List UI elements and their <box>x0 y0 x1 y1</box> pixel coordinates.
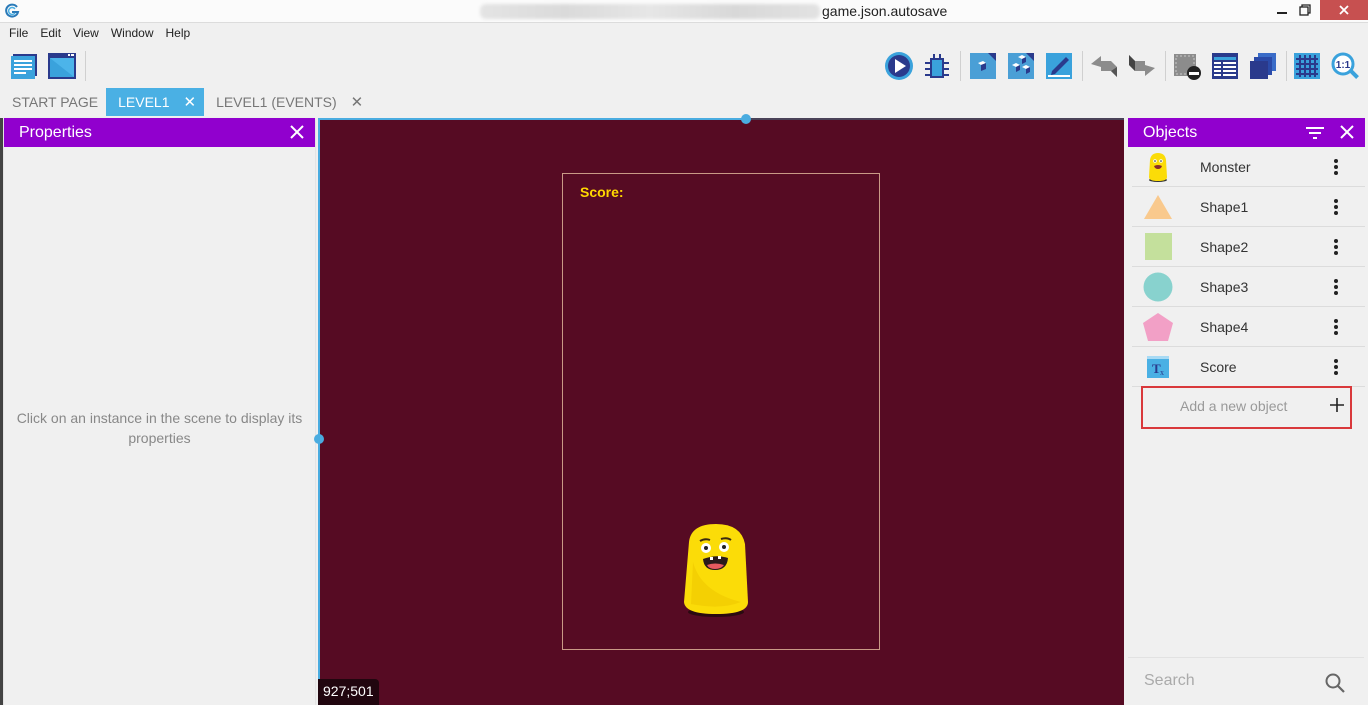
redo-icon[interactable] <box>1127 51 1157 81</box>
object-groups-icon[interactable] <box>1006 51 1036 81</box>
tab-label: START PAGE <box>12 94 99 110</box>
text-object-icon: T x <box>1147 356 1169 378</box>
pentagon-thumbnail-icon <box>1143 313 1173 341</box>
restore-icon <box>1299 4 1311 16</box>
objects-search <box>1128 657 1364 705</box>
gdevelop-logo-icon <box>5 3 20 18</box>
object-name: Score <box>1200 358 1237 375</box>
object-name: Shape1 <box>1200 198 1249 215</box>
more-vert-icon[interactable] <box>1333 158 1339 176</box>
toolbar-separator <box>85 51 86 81</box>
score-text-instance[interactable]: Score: <box>580 184 624 200</box>
scene-border <box>748 118 1124 120</box>
resize-handle-top[interactable] <box>741 114 751 124</box>
title-bar: game.json.autosave <box>0 0 1368 23</box>
preview-play-icon[interactable] <box>884 51 914 81</box>
toolbar-separator <box>1082 51 1083 81</box>
triangle-thumbnail-icon <box>1144 195 1172 219</box>
redacted-path <box>480 4 820 19</box>
more-vert-icon[interactable] <box>1333 358 1339 376</box>
properties-header: Properties <box>4 118 315 147</box>
gdevelop-window: game.json.autosave File Edit View Window… <box>0 0 1368 705</box>
svg-text:1:1: 1:1 <box>1336 60 1351 71</box>
object-item-shape3[interactable]: Shape3 <box>1132 267 1365 307</box>
properties-empty-message: Click on an instance in the scene to dis… <box>16 410 303 446</box>
objects-title: Objects <box>1143 123 1198 141</box>
close-panel-icon[interactable] <box>1338 123 1356 141</box>
object-item-shape2[interactable]: Shape2 <box>1132 227 1365 267</box>
objects-list: Monster Shape1 Shape2 Shape3 Shape4 T x … <box>1132 147 1365 387</box>
grid-icon[interactable] <box>1292 51 1322 81</box>
debugger-bug-icon[interactable] <box>922 51 952 81</box>
window-edge <box>0 118 3 705</box>
object-name: Monster <box>1200 158 1251 175</box>
menu-file[interactable]: File <box>8 23 33 43</box>
project-manager-icon[interactable] <box>9 51 39 81</box>
edit-properties-icon[interactable] <box>1044 51 1074 81</box>
undo-icon[interactable] <box>1089 51 1119 81</box>
object-item-shape4[interactable]: Shape4 <box>1132 307 1365 347</box>
tab-label: LEVEL1 <box>118 94 170 110</box>
monster-thumbnail-icon <box>1149 153 1167 182</box>
search-input[interactable] <box>1144 672 1314 690</box>
scene-window-icon[interactable] <box>47 51 77 81</box>
close-tab-icon[interactable]: ✕ <box>351 93 364 111</box>
menu-bar: File Edit View Window Help <box>0 23 1368 43</box>
toolbar-separator <box>1286 51 1287 81</box>
filter-icon[interactable] <box>1305 125 1325 141</box>
object-name: Shape3 <box>1200 278 1249 295</box>
instances-list-icon[interactable] <box>1210 51 1240 81</box>
resize-handle-left[interactable] <box>314 434 324 444</box>
tab-level1[interactable]: LEVEL1 ✕ <box>106 88 205 116</box>
toolbar-separator <box>960 51 961 81</box>
tab-start-page[interactable]: START PAGE <box>0 88 106 116</box>
object-item-monster[interactable]: Monster <box>1132 147 1365 187</box>
window-title: game.json.autosave <box>822 3 948 19</box>
search-icon[interactable] <box>1324 672 1346 694</box>
zoom-reset-icon[interactable]: 1:1 <box>1330 51 1360 81</box>
more-vert-icon[interactable] <box>1333 198 1339 216</box>
close-panel-icon[interactable] <box>288 123 306 141</box>
object-panel-icon[interactable] <box>968 51 998 81</box>
menu-view[interactable]: View <box>72 23 104 43</box>
cursor-coordinates: 927;501 <box>318 679 379 705</box>
more-vert-icon[interactable] <box>1333 238 1339 256</box>
layers-icon[interactable] <box>1248 51 1278 81</box>
menu-edit[interactable]: Edit <box>39 23 66 43</box>
circle-thumbnail-icon <box>1143 272 1173 302</box>
add-object-label: Add a new object <box>1180 398 1288 414</box>
properties-panel: Properties Click on an instance in the s… <box>4 118 315 705</box>
objects-header: Objects <box>1128 118 1365 147</box>
editor-tabs: START PAGE LEVEL1 ✕ LEVEL1 (EVENTS) ✕ <box>0 88 1368 116</box>
tab-label: LEVEL1 (EVENTS) <box>216 94 337 110</box>
more-vert-icon[interactable] <box>1333 318 1339 336</box>
plus-icon <box>1330 398 1344 412</box>
monster-instance[interactable] <box>681 522 751 618</box>
object-name: Shape4 <box>1200 318 1249 335</box>
toolbar: 1:1 <box>0 43 1368 91</box>
tab-level1-events[interactable]: LEVEL1 (EVENTS) ✕ <box>204 88 371 116</box>
close-window-button[interactable] <box>1320 0 1368 20</box>
object-name: Shape2 <box>1200 238 1249 255</box>
object-item-shape1[interactable]: Shape1 <box>1132 187 1365 227</box>
menu-window[interactable]: Window <box>110 23 159 43</box>
delete-selection-icon[interactable] <box>1172 51 1202 81</box>
toolbar-separator <box>1165 51 1166 81</box>
svg-text:x: x <box>1160 368 1164 377</box>
add-new-object-button[interactable]: Add a new object <box>1141 386 1352 429</box>
close-icon <box>1339 5 1349 15</box>
close-tab-icon[interactable]: ✕ <box>183 93 196 111</box>
object-item-score[interactable]: T x Score <box>1132 347 1365 387</box>
menu-help[interactable]: Help <box>165 23 196 43</box>
more-vert-icon[interactable] <box>1333 278 1339 296</box>
properties-title: Properties <box>19 123 92 141</box>
square-thumbnail-icon <box>1145 233 1172 260</box>
restore-button[interactable] <box>1285 0 1325 20</box>
